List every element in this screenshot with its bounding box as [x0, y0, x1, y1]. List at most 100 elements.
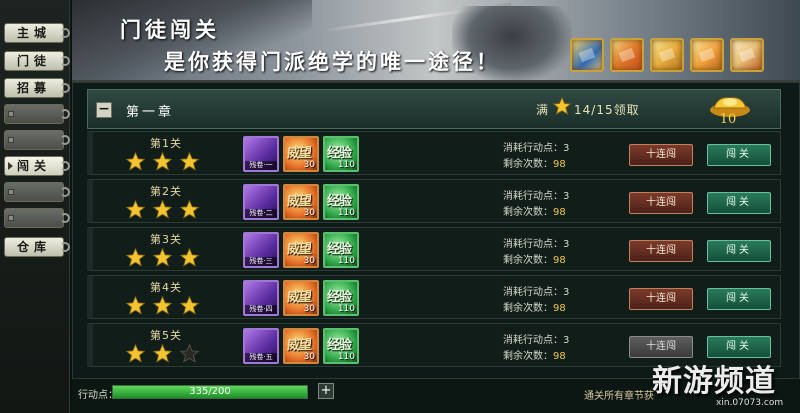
level-name: 第2关: [150, 185, 182, 198]
ten-sweep-button[interactable]: 十连闯: [629, 144, 693, 166]
blue-scroll-icon[interactable]: [570, 38, 604, 72]
cost-value: 3: [563, 239, 570, 250]
hook-icon: [60, 109, 70, 119]
star-filled-icon: [152, 199, 173, 219]
exp-glyph: 经验: [327, 338, 352, 353]
challenge-button[interactable]: 闯关: [707, 192, 771, 214]
fame-glyph: 威望: [287, 146, 312, 161]
treasure-box-icon[interactable]: 残卷·三: [243, 232, 279, 268]
nav-item[interactable]: [4, 104, 70, 124]
exp-icon[interactable]: 经验 110: [323, 136, 359, 172]
remaining-label: 剩余次数：: [503, 159, 553, 170]
exp-glyph: 经验: [327, 194, 352, 209]
nav-item[interactable]: 门徒: [4, 51, 70, 71]
exp-qty: 110: [337, 160, 355, 170]
lock-icon: [8, 111, 14, 117]
fame-icon[interactable]: 威望 30: [283, 232, 319, 268]
nav-item[interactable]: 仓库: [4, 237, 70, 257]
challenge-button[interactable]: 闯关: [707, 288, 771, 310]
treasure-box-icon[interactable]: 残卷·一: [243, 136, 279, 172]
level-name: 第5关: [150, 329, 182, 342]
nav-item-label: 门徒: [16, 54, 51, 68]
cost-label: 消耗行动点：: [503, 191, 563, 202]
remaining-value: 98: [553, 207, 566, 218]
challenge-button[interactable]: 闯关: [707, 144, 771, 166]
fame-glyph: 威望: [287, 194, 312, 209]
exp-icon[interactable]: 经验 110: [323, 184, 359, 220]
exp-glyph: 经验: [327, 290, 352, 305]
star-progress: 14/15领取: [574, 103, 640, 117]
nav-item[interactable]: 主城: [4, 23, 70, 43]
hook-icon: [60, 187, 70, 197]
ten-sweep-button[interactable]: 十连闯: [629, 288, 693, 310]
treasure-box-icon[interactable]: 残卷·二: [243, 184, 279, 220]
cost-line: 消耗行动点：3: [503, 283, 569, 298]
remaining-line: 剩余次数：98: [503, 155, 566, 170]
item-tag: 残卷·二: [245, 209, 277, 218]
star-filled-icon: [125, 247, 146, 267]
add-action-points-button[interactable]: +: [318, 383, 334, 399]
star-filled-icon: [125, 295, 146, 315]
hook-icon: [60, 83, 70, 93]
remaining-line: 剩余次数：98: [503, 299, 566, 314]
level-row: 第2关 残卷·二 威望 30 经验 110 消耗行动点：3 剩余次数：98 十连闯 闯关: [87, 179, 781, 223]
fame-icon[interactable]: 威望 30: [283, 184, 319, 220]
remaining-value: 98: [553, 303, 566, 314]
ten-sweep-button[interactable]: 十连闯: [629, 192, 693, 214]
remaining-value: 98: [553, 351, 566, 362]
exp-qty: 110: [337, 304, 355, 314]
nav-item-label: 招募: [16, 81, 51, 95]
nav-item[interactable]: [4, 130, 70, 150]
nav-item[interactable]: 招募: [4, 78, 70, 98]
nav-item[interactable]: [4, 208, 70, 228]
ten-sweep-button[interactable]: 十连闯: [629, 240, 693, 262]
star-filled-icon: [152, 151, 173, 171]
treasure-box-icon[interactable]: 残卷·五: [243, 328, 279, 364]
action-points-bar: 335/200: [112, 385, 308, 399]
collapse-button[interactable]: −: [96, 102, 112, 118]
red-book-icon[interactable]: [610, 38, 644, 72]
challenge-button[interactable]: 闯关: [707, 240, 771, 262]
treasure-box-icon[interactable]: 残卷·四: [243, 280, 279, 316]
remaining-label: 剩余次数：: [503, 351, 553, 362]
banner-subtitle: 是你获得门派绝学的唯一途径！: [164, 49, 500, 74]
cost-value: 3: [563, 287, 570, 298]
strip-scroll-icon[interactable]: [730, 38, 764, 72]
fame-icon[interactable]: 威望 30: [283, 280, 319, 316]
fame-glyph: 威望: [287, 290, 312, 305]
nav-item-label: 主城: [16, 26, 51, 40]
exp-icon[interactable]: 经验 110: [323, 328, 359, 364]
nav-item[interactable]: [4, 182, 70, 202]
orange-manual-icon[interactable]: [690, 38, 724, 72]
fame-icon[interactable]: 威望 30: [283, 328, 319, 364]
cost-label: 消耗行动点：: [503, 143, 563, 154]
hook-icon: [60, 28, 70, 38]
fame-glyph: 威望: [287, 338, 312, 353]
action-points-value: 335/200: [189, 386, 231, 397]
fame-icon[interactable]: 威望 30: [283, 136, 319, 172]
remaining-value: 98: [553, 255, 566, 266]
exp-glyph: 经验: [327, 242, 352, 257]
star-filled-icon: [152, 247, 173, 267]
footer-note: 通关所有章节获: [584, 391, 654, 402]
gold-scroll-icon[interactable]: [650, 38, 684, 72]
hook-icon: [60, 135, 70, 145]
exp-icon[interactable]: 经验 110: [323, 232, 359, 268]
hook-icon: [60, 242, 70, 252]
cost-value: 3: [563, 143, 570, 154]
level-row: 第1关 残卷·一 威望 30 经验 110 消耗行动点：3 剩余次数：98 十连闯 闯关: [87, 131, 781, 175]
nav-item[interactable]: 闯关: [4, 156, 70, 176]
full-stars-label: 满: [536, 103, 549, 117]
star-rating: [125, 151, 207, 173]
exp-qty: 110: [337, 352, 355, 362]
star-filled-icon: [125, 343, 146, 363]
star-filled-icon: [152, 343, 173, 363]
item-tag: 残卷·三: [245, 257, 277, 266]
exp-icon[interactable]: 经验 110: [323, 280, 359, 316]
side-nav: 主城门徒招募闯关仓库: [0, 0, 70, 413]
banner: 门徒闯关 是你获得门派绝学的唯一途径！: [72, 0, 800, 82]
gold-count: 10: [719, 112, 737, 127]
ten-sweep-button[interactable]: 十连闯: [629, 336, 693, 358]
star-rating: [125, 199, 207, 221]
challenge-button[interactable]: 闯关: [707, 336, 771, 358]
